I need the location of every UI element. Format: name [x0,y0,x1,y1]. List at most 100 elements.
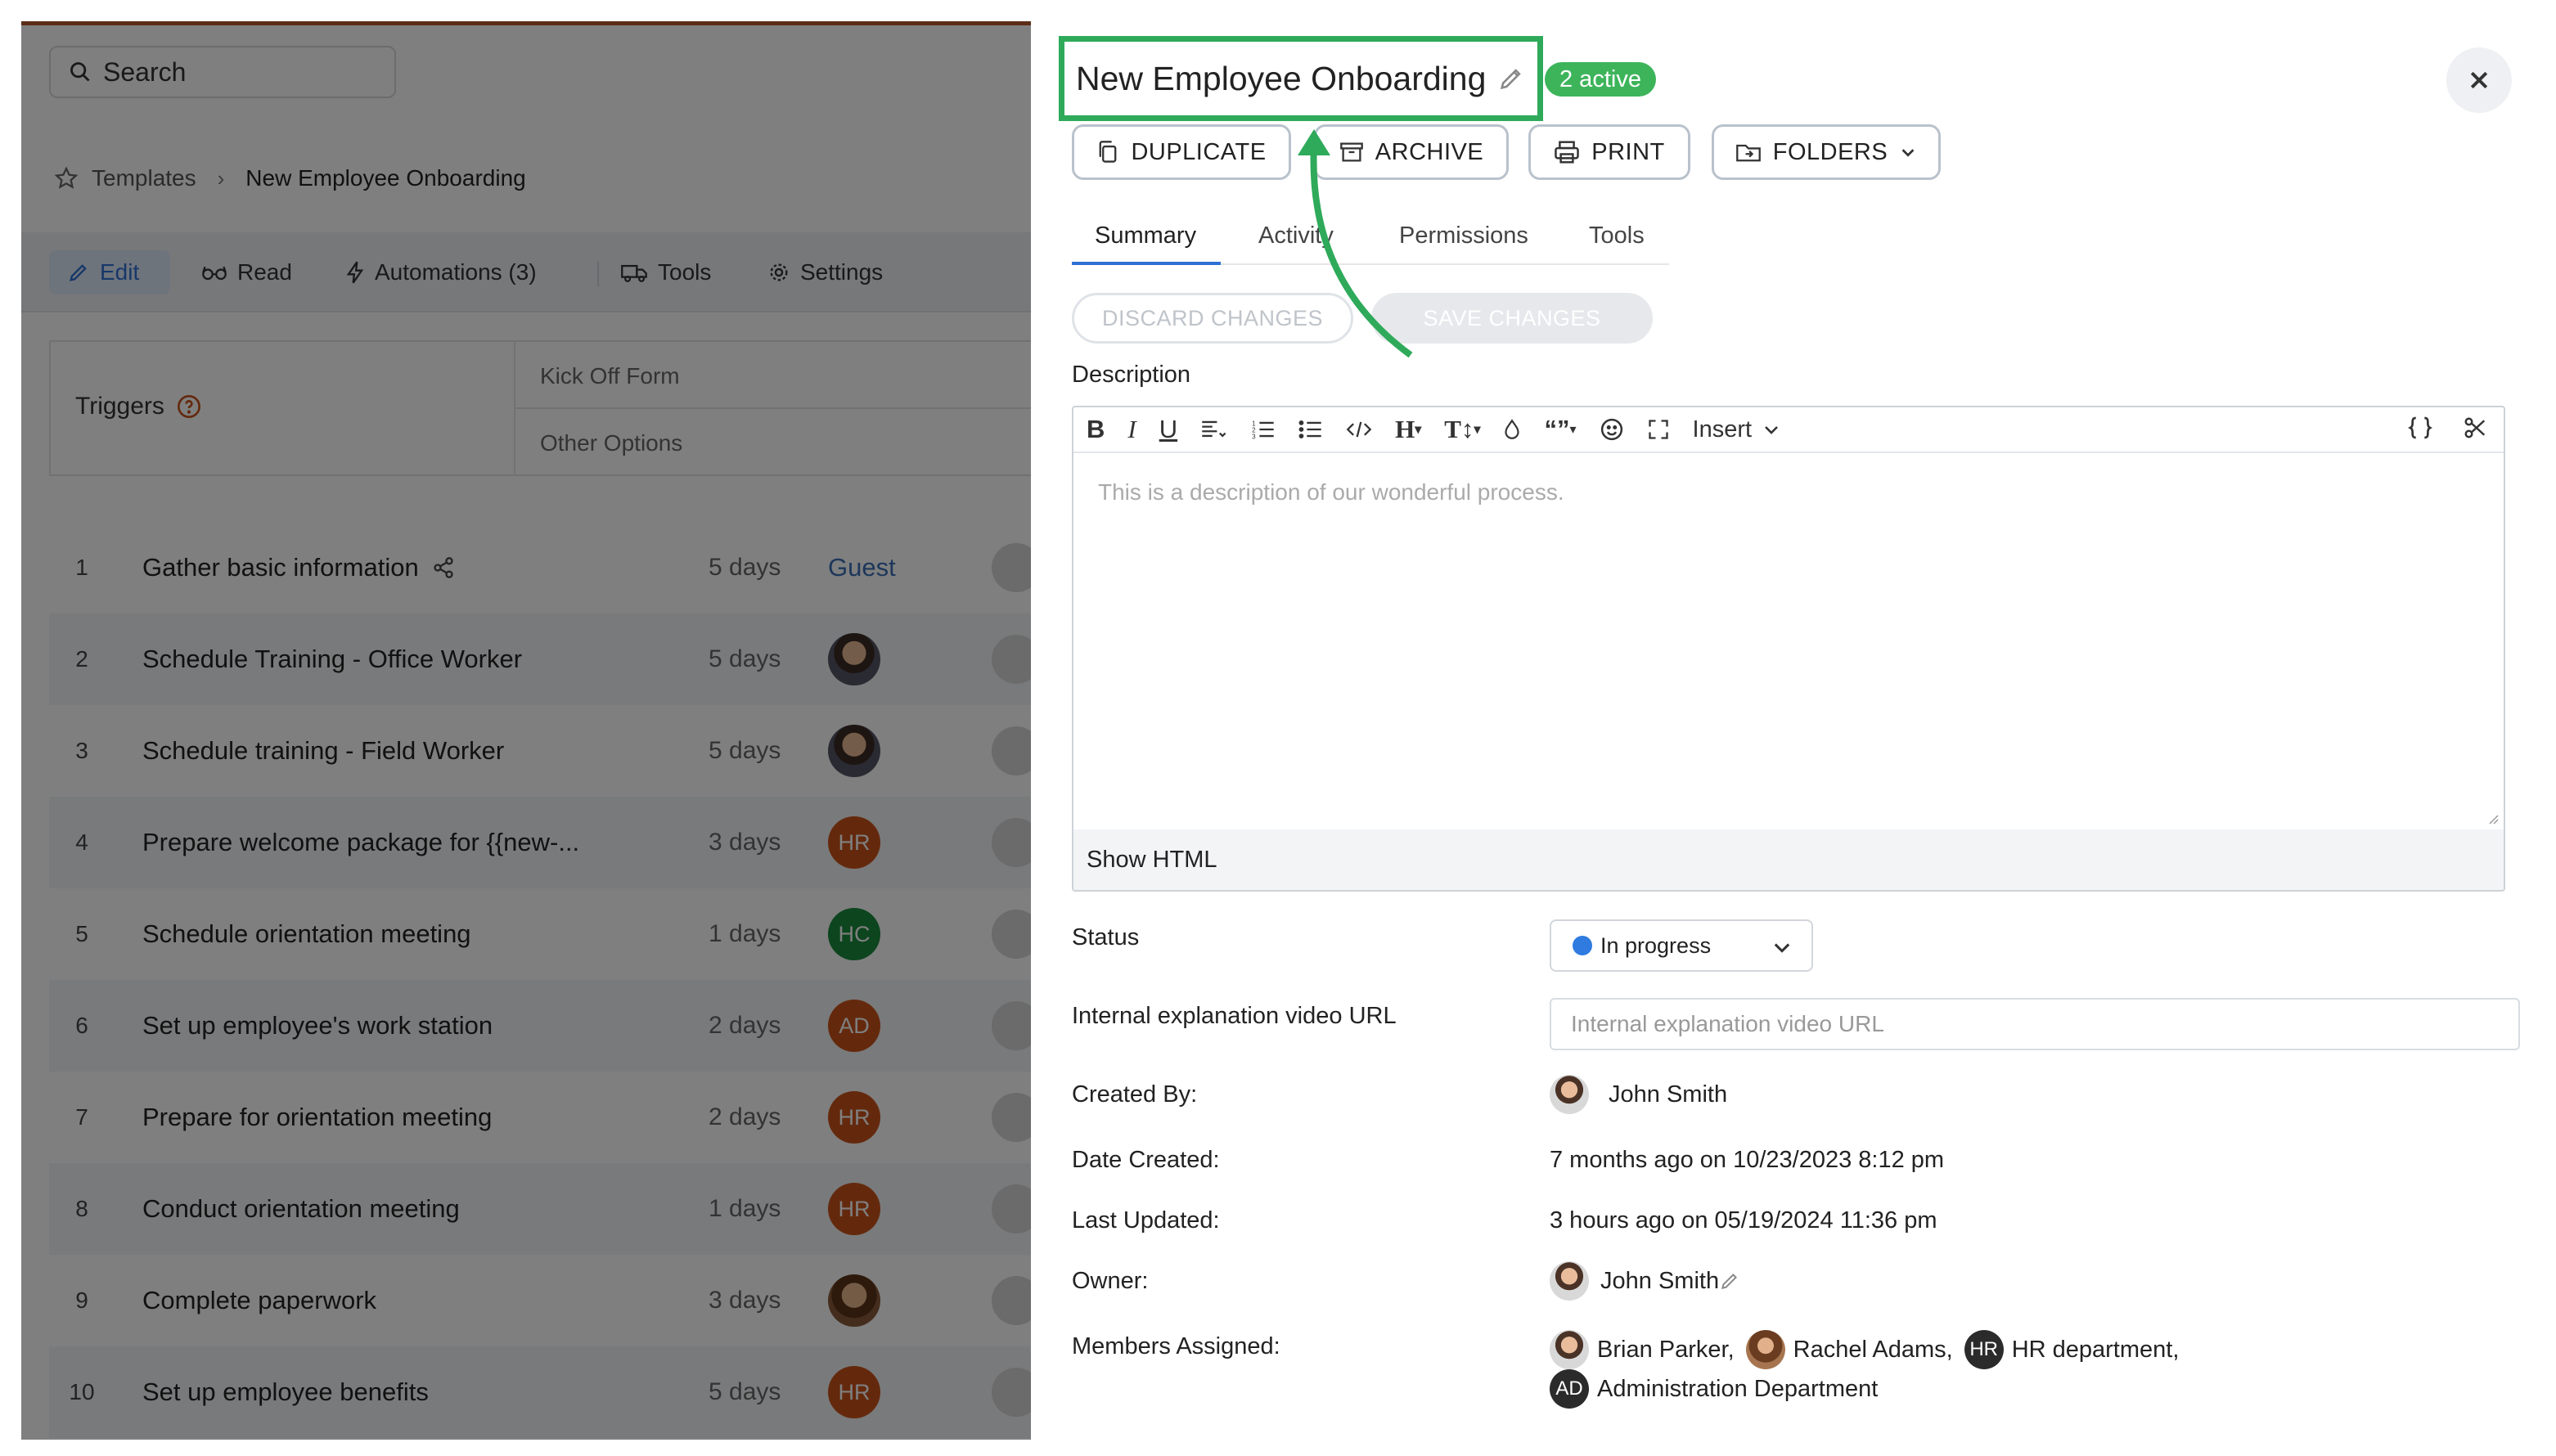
member-name[interactable]: HR department, [2012,1337,2180,1364]
task-row[interactable]: 8 Conduct orientation meeting 1 days HR [49,1163,1031,1255]
task-name[interactable]: Set up employee benefits [142,1377,429,1407]
member-name[interactable]: Brian Parker, [1597,1337,1735,1364]
task-assignee[interactable]: HR [828,1366,880,1418]
page-title[interactable]: New Employee Onboarding [1076,60,1486,98]
task-options-button[interactable] [992,1184,1031,1234]
task-row[interactable]: 10 Set up employee benefits 5 days HR [49,1346,1031,1438]
print-button[interactable]: PRINT [1528,124,1690,180]
status-value: In progress [1600,932,1712,958]
task-options-button[interactable] [992,726,1031,775]
task-assignee[interactable] [828,633,880,685]
task-options-button[interactable] [992,1276,1031,1325]
task-row[interactable]: 7 Prepare for orientation meeting 2 days HR [49,1072,1031,1163]
braces-icon[interactable] [2407,414,2433,442]
breadcrumb-templates[interactable]: Templates [92,165,196,191]
archive-button[interactable]: ARCHIVE [1314,124,1509,180]
search-input[interactable]: Search [49,46,396,98]
task-options-button[interactable] [992,1368,1031,1417]
task-options-button[interactable] [992,1093,1031,1142]
description-editor[interactable]: B I U 123 H ▾ T↕ ▾ “” ▾ Insert This is a… [1072,406,2505,892]
color-drop-icon[interactable] [1503,418,1521,441]
font-size-icon[interactable]: T↕ ▾ [1444,415,1480,444]
task-row[interactable]: 3 Schedule training - Field Worker 5 days [49,705,1031,797]
avatar: HR [828,1183,880,1235]
ordered-list-icon[interactable]: 123 [1251,418,1276,441]
description-placeholder[interactable]: This is a description of our wonderful p… [1098,479,1564,506]
task-options-button[interactable] [992,1001,1031,1050]
task-assignee[interactable]: HR [828,816,880,869]
tab-activity[interactable]: Activity [1258,222,1334,249]
tab-summary[interactable]: Summary [1095,222,1196,249]
code-icon[interactable] [1346,418,1372,441]
task-assignee[interactable] [828,725,880,777]
task-name[interactable]: Complete paperwork [142,1286,376,1315]
insert-menu[interactable]: Insert [1693,416,1782,443]
task-name[interactable]: Schedule training - Field Worker [142,736,504,766]
task-row[interactable]: 9 Complete paperwork 3 days [49,1255,1031,1346]
share-icon[interactable] [432,556,455,579]
tab-automations[interactable]: Automations (3) [345,250,537,294]
tab-tools[interactable]: Tools [1589,222,1645,249]
show-html-toggle[interactable]: Show HTML [1073,829,2504,890]
save-changes-button[interactable]: SAVE CHANGES [1371,293,1653,344]
quote-icon[interactable]: “” ▾ [1544,415,1576,444]
task-row[interactable]: 2 Schedule Training - Office Worker 5 days [49,613,1031,705]
task-assignee[interactable]: HR [828,1183,880,1235]
details-tabs: Summary Activity Permissions Tools [1072,214,1669,265]
tab-tools[interactable]: Tools [620,250,711,294]
task-assignee[interactable]: HR [828,1091,880,1144]
task-name[interactable]: Prepare for orientation meeting [142,1103,492,1132]
heading-icon[interactable]: H ▾ [1395,415,1421,444]
date-created-label: Date Created: [1072,1147,1220,1173]
discard-changes-button[interactable]: DISCARD CHANGES [1072,293,1353,344]
task-options-button[interactable] [992,910,1031,959]
bold-icon[interactable]: B [1087,415,1105,444]
task-name[interactable]: Set up employee's work station [142,1011,493,1040]
task-assignee[interactable] [828,1274,880,1327]
italic-icon[interactable]: I [1127,415,1136,444]
tab-read[interactable]: Read [201,250,292,294]
active-tab-underline [1072,262,1221,265]
close-button[interactable] [2446,47,2512,113]
pencil-icon[interactable] [1719,1270,1740,1292]
star-icon[interactable] [54,166,79,191]
tab-settings-label: Settings [800,259,884,285]
help-icon[interactable] [176,393,202,420]
task-row[interactable]: 6 Set up employee's work station 2 days AD [49,980,1031,1072]
pencil-icon[interactable] [1497,65,1525,92]
owner-name[interactable]: John Smith [1600,1268,1719,1295]
task-options-button[interactable] [992,818,1031,867]
task-options-button[interactable] [992,635,1031,684]
trigger-kickoff-form[interactable]: Kick Off Form [540,363,680,389]
task-row[interactable]: 5 Schedule orientation meeting 1 days HC [49,888,1031,980]
align-icon[interactable] [1200,418,1228,441]
task-name[interactable]: Prepare welcome package for {{new-... [142,828,579,857]
task-assignee[interactable]: AD [828,1000,880,1052]
task-name[interactable]: Schedule orientation meeting [142,919,471,949]
tab-edit[interactable]: Edit [49,250,170,294]
task-assignee[interactable]: HC [828,908,880,960]
emoji-icon[interactable] [1600,417,1624,442]
task-name[interactable]: Conduct orientation meeting [142,1194,460,1224]
fullscreen-icon[interactable] [1647,418,1670,441]
tab-settings[interactable]: Settings [767,250,883,294]
status-select[interactable]: In progress [1550,919,1813,972]
video-url-input[interactable] [1550,998,2520,1050]
task-number: 10 [69,1379,95,1404]
tab-permissions[interactable]: Permissions [1399,222,1528,249]
task-row[interactable]: 4 Prepare welcome package for {{new-... 3 … [49,797,1031,888]
folders-button[interactable]: FOLDERS [1712,124,1941,180]
resize-handle-icon[interactable] [2487,813,2499,825]
task-assignee[interactable]: Guest [828,553,896,582]
task-name[interactable]: Schedule Training - Office Worker [142,645,522,674]
task-row[interactable]: 1 Gather basic information 5 days Guest [49,522,1031,613]
member-name[interactable]: Rachel Adams, [1793,1337,1953,1364]
scissors-icon[interactable] [2463,414,2487,442]
member-name[interactable]: Administration Department [1597,1376,1878,1403]
task-options-button[interactable] [992,543,1031,592]
bullet-list-icon[interactable] [1298,418,1323,441]
underline-icon[interactable]: U [1159,415,1177,444]
duplicate-button[interactable]: DUPLICATE [1072,124,1291,180]
trigger-other-options[interactable]: Other Options [540,430,682,456]
task-name[interactable]: Gather basic information [142,553,455,582]
